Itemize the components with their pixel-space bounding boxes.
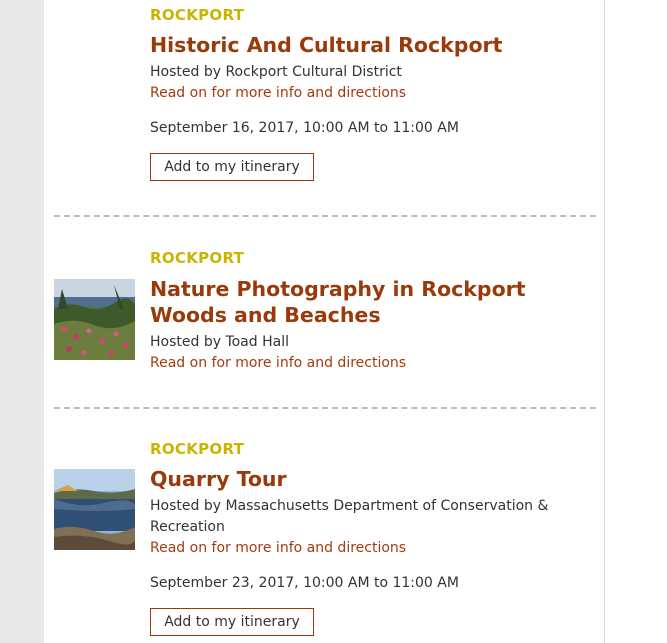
event-host: Hosted by Toad Hall bbox=[150, 334, 289, 350]
event-host: Hosted by Rockport Cultural District bbox=[150, 64, 402, 80]
event-host: Hosted by Massachusetts Department of Co… bbox=[150, 498, 549, 535]
event-divider bbox=[54, 407, 596, 409]
event-location: ROCKPORT bbox=[150, 249, 245, 267]
event-date: September 23, 2017, 10:00 AM to 11:00 AM bbox=[150, 575, 459, 591]
event-more-info-link[interactable]: Read on for more info and directions bbox=[150, 355, 406, 371]
event-divider bbox=[54, 215, 596, 217]
event-title[interactable]: Historic And Cultural Rockport bbox=[150, 32, 570, 58]
events-list: ROCKPORT Historic And Cultural Rockport … bbox=[44, 0, 605, 643]
event-location: ROCKPORT bbox=[150, 6, 245, 24]
event-thumbnail[interactable] bbox=[54, 279, 135, 360]
coastal-wildflowers-photo bbox=[54, 279, 135, 360]
quarry-pond-photo bbox=[54, 469, 135, 550]
event-title[interactable]: Quarry Tour bbox=[150, 466, 570, 492]
event-more-info-link[interactable]: Read on for more info and directions bbox=[150, 85, 406, 101]
event-title[interactable]: Nature Photography in Rockport Woods and… bbox=[150, 276, 570, 328]
event-date: September 16, 2017, 10:00 AM to 11:00 AM bbox=[150, 120, 459, 136]
page-right-background bbox=[605, 0, 667, 643]
event-thumbnail[interactable] bbox=[54, 469, 135, 550]
add-to-itinerary-button[interactable]: Add to my itinerary bbox=[150, 153, 314, 181]
add-to-itinerary-button[interactable]: Add to my itinerary bbox=[150, 608, 314, 636]
event-more-info-link[interactable]: Read on for more info and directions bbox=[150, 540, 406, 556]
event-location: ROCKPORT bbox=[150, 440, 245, 458]
